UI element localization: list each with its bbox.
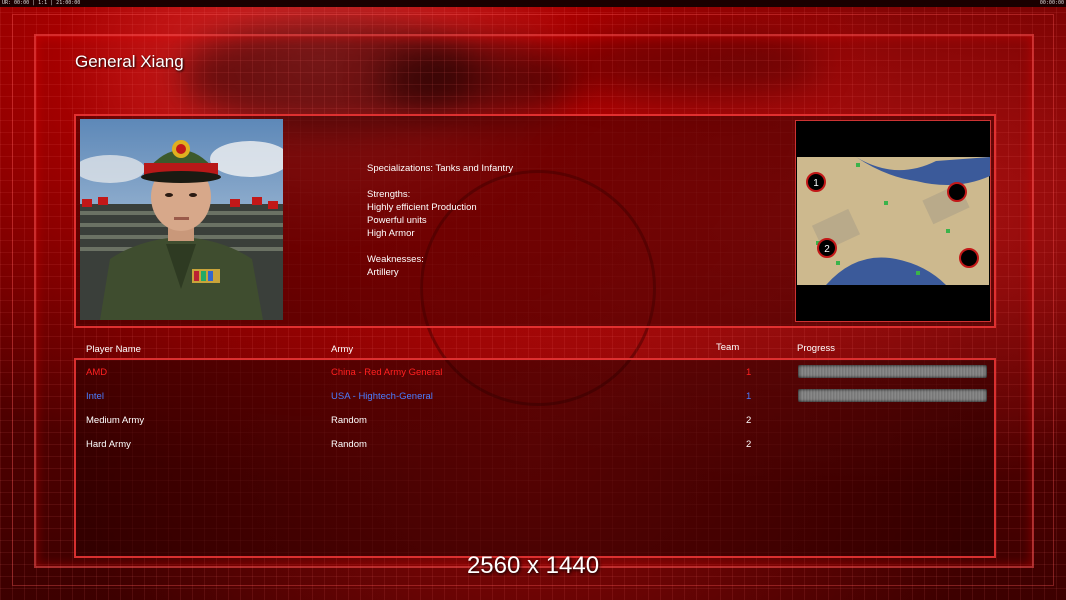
general-title: General Xiang bbox=[75, 52, 184, 71]
player-team: 1 bbox=[746, 367, 752, 378]
weakness-item: Artillery bbox=[367, 267, 399, 278]
header-team: Team bbox=[716, 342, 740, 353]
player-name: Hard Army bbox=[86, 439, 131, 450]
weaknesses-label: Weaknesses: bbox=[367, 254, 424, 265]
player-name: Intel bbox=[86, 391, 104, 402]
resolution-overlay: 2560 x 1440 bbox=[466, 552, 600, 579]
player-team: 2 bbox=[746, 415, 752, 426]
start-position-1: 1 bbox=[813, 178, 819, 189]
player-team: 2 bbox=[746, 439, 752, 450]
player-name: AMD bbox=[86, 367, 108, 378]
strength-item: Powerful units bbox=[367, 215, 427, 226]
strength-item: High Armor bbox=[367, 228, 415, 239]
player-army: Random bbox=[331, 415, 367, 426]
player-row: Medium Army Random 2 bbox=[0, 415, 1066, 429]
player-army: USA - Hightech-General bbox=[331, 391, 433, 402]
start-position-2: 2 bbox=[824, 244, 830, 255]
player-row: Hard Army Random 2 bbox=[0, 439, 1066, 453]
strengths-label: Strengths: bbox=[367, 189, 411, 200]
player-army: China - Red Army General bbox=[331, 367, 443, 378]
general-portrait bbox=[80, 119, 283, 320]
player-roster-panel bbox=[74, 358, 996, 558]
specializations-text: Specializations: Tanks and Infantry bbox=[367, 163, 514, 174]
top-status-bar: UR: 00:00 | 1:1 | 21:00:00 00:00:00 bbox=[0, 0, 1066, 7]
status-left-text: UR: 00:00 | 1:1 | 21:00:00 bbox=[2, 0, 81, 6]
start-position-empty bbox=[947, 182, 967, 202]
start-position-empty bbox=[959, 248, 979, 268]
status-right-text: 00:00:00 bbox=[1039, 0, 1064, 6]
player-team: 1 bbox=[746, 391, 752, 402]
header-progress: Progress bbox=[797, 343, 836, 354]
player-army: Random bbox=[331, 439, 367, 450]
general-description: Specializations: Tanks and Infantry Stre… bbox=[367, 162, 513, 279]
strength-item: Highly efficient Production bbox=[367, 202, 477, 213]
header-player-name: Player Name bbox=[86, 344, 141, 355]
player-progress-bar bbox=[798, 389, 987, 402]
player-progress-bar bbox=[798, 365, 987, 378]
player-name: Medium Army bbox=[86, 415, 145, 426]
map-preview: 1 2 bbox=[795, 120, 991, 322]
header-army: Army bbox=[331, 344, 354, 355]
